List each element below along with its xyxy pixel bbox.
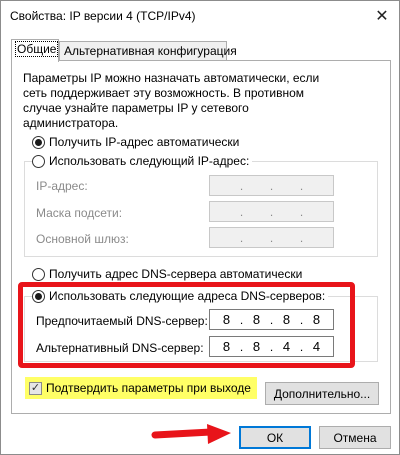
default-gateway-field[interactable]: . . . xyxy=(209,227,334,248)
description-text: Параметры IP можно назначать автоматичес… xyxy=(23,71,320,130)
title-bar[interactable]: Свойства: IP версии 4 (TCP/IPv4) ✕ xyxy=(1,1,399,31)
tab-general-label: Общие xyxy=(14,41,59,57)
tab-alternate-label: Альтернативная конфигурация xyxy=(64,44,237,58)
alternate-dns-octet-2: 8 xyxy=(252,339,261,354)
radio-use-following-ip[interactable]: Использовать следующий IP-адрес: xyxy=(32,153,253,169)
radio-use-following-dns[interactable]: Использовать следующие адреса DNS-сервер… xyxy=(32,288,329,304)
radio-obtain-dns-auto-indicator xyxy=(32,267,45,281)
tab-general[interactable]: Общие xyxy=(11,39,59,62)
validate-settings-label: Подтвердить параметры при выходе xyxy=(46,381,251,395)
alternate-dns-octet-4: 4 xyxy=(312,339,321,354)
ok-button[interactable]: ОК xyxy=(239,426,311,449)
radio-obtain-ip-auto-label: Получить IP-адрес автоматически xyxy=(49,135,240,149)
alternate-dns-octet-3: 4 xyxy=(282,339,291,354)
alternate-dns-field[interactable]: 8. 8. 4. 4 xyxy=(209,336,334,357)
preferred-dns-octet-1: 8 xyxy=(222,312,231,327)
alternate-dns-octet-1: 8 xyxy=(222,339,231,354)
preferred-dns-octet-4: 8 xyxy=(312,312,321,327)
radio-use-following-ip-indicator xyxy=(32,154,45,168)
advanced-button[interactable]: Дополнительно... xyxy=(265,382,379,405)
radio-obtain-ip-auto[interactable]: Получить IP-адрес автоматически xyxy=(32,134,243,150)
window-title: Свойства: IP версии 4 (TCP/IPv4) xyxy=(10,9,196,23)
subnet-mask-field[interactable]: . . . xyxy=(209,201,334,222)
alternate-dns-label: Альтернативный DNS-сервер: xyxy=(36,341,204,355)
ip-address-field[interactable]: . . . xyxy=(209,175,334,196)
validate-settings-checkbox[interactable]: ✓ Подтвердить параметры при выходе xyxy=(25,377,257,399)
close-icon: ✕ xyxy=(375,8,389,25)
checkmark-icon: ✓ xyxy=(30,381,41,394)
preferred-dns-label: Предпочитаемый DNS-сервер: xyxy=(36,314,208,328)
ipv4-properties-dialog: Свойства: IP версии 4 (TCP/IPv4) ✕ Общие… xyxy=(0,0,400,455)
preferred-dns-octet-3: 8 xyxy=(282,312,291,327)
radio-use-following-dns-indicator xyxy=(32,289,45,303)
radio-obtain-dns-auto[interactable]: Получить адрес DNS-сервера автоматически xyxy=(32,266,306,282)
radio-use-following-dns-label: Использовать следующие адреса DNS-сервер… xyxy=(49,289,326,303)
radio-use-following-ip-label: Использовать следующий IP-адрес: xyxy=(49,154,250,168)
cancel-button[interactable]: Отмена xyxy=(319,426,391,449)
radio-obtain-dns-auto-label: Получить адрес DNS-сервера автоматически xyxy=(49,267,303,281)
red-arrow-icon xyxy=(151,424,231,444)
subnet-mask-label: Маска подсети: xyxy=(36,206,123,220)
preferred-dns-field[interactable]: 8. 8. 8. 8 xyxy=(209,309,334,330)
preferred-dns-octet-2: 8 xyxy=(252,312,261,327)
ip-address-label: IP-адрес: xyxy=(36,179,88,193)
tab-alternate-configuration[interactable]: Альтернативная конфигурация xyxy=(59,41,237,61)
close-button[interactable]: ✕ xyxy=(371,5,393,27)
validate-checkbox-box: ✓ xyxy=(29,381,42,395)
radio-obtain-ip-auto-indicator xyxy=(32,135,45,149)
default-gateway-label: Основной шлюз: xyxy=(36,232,129,246)
